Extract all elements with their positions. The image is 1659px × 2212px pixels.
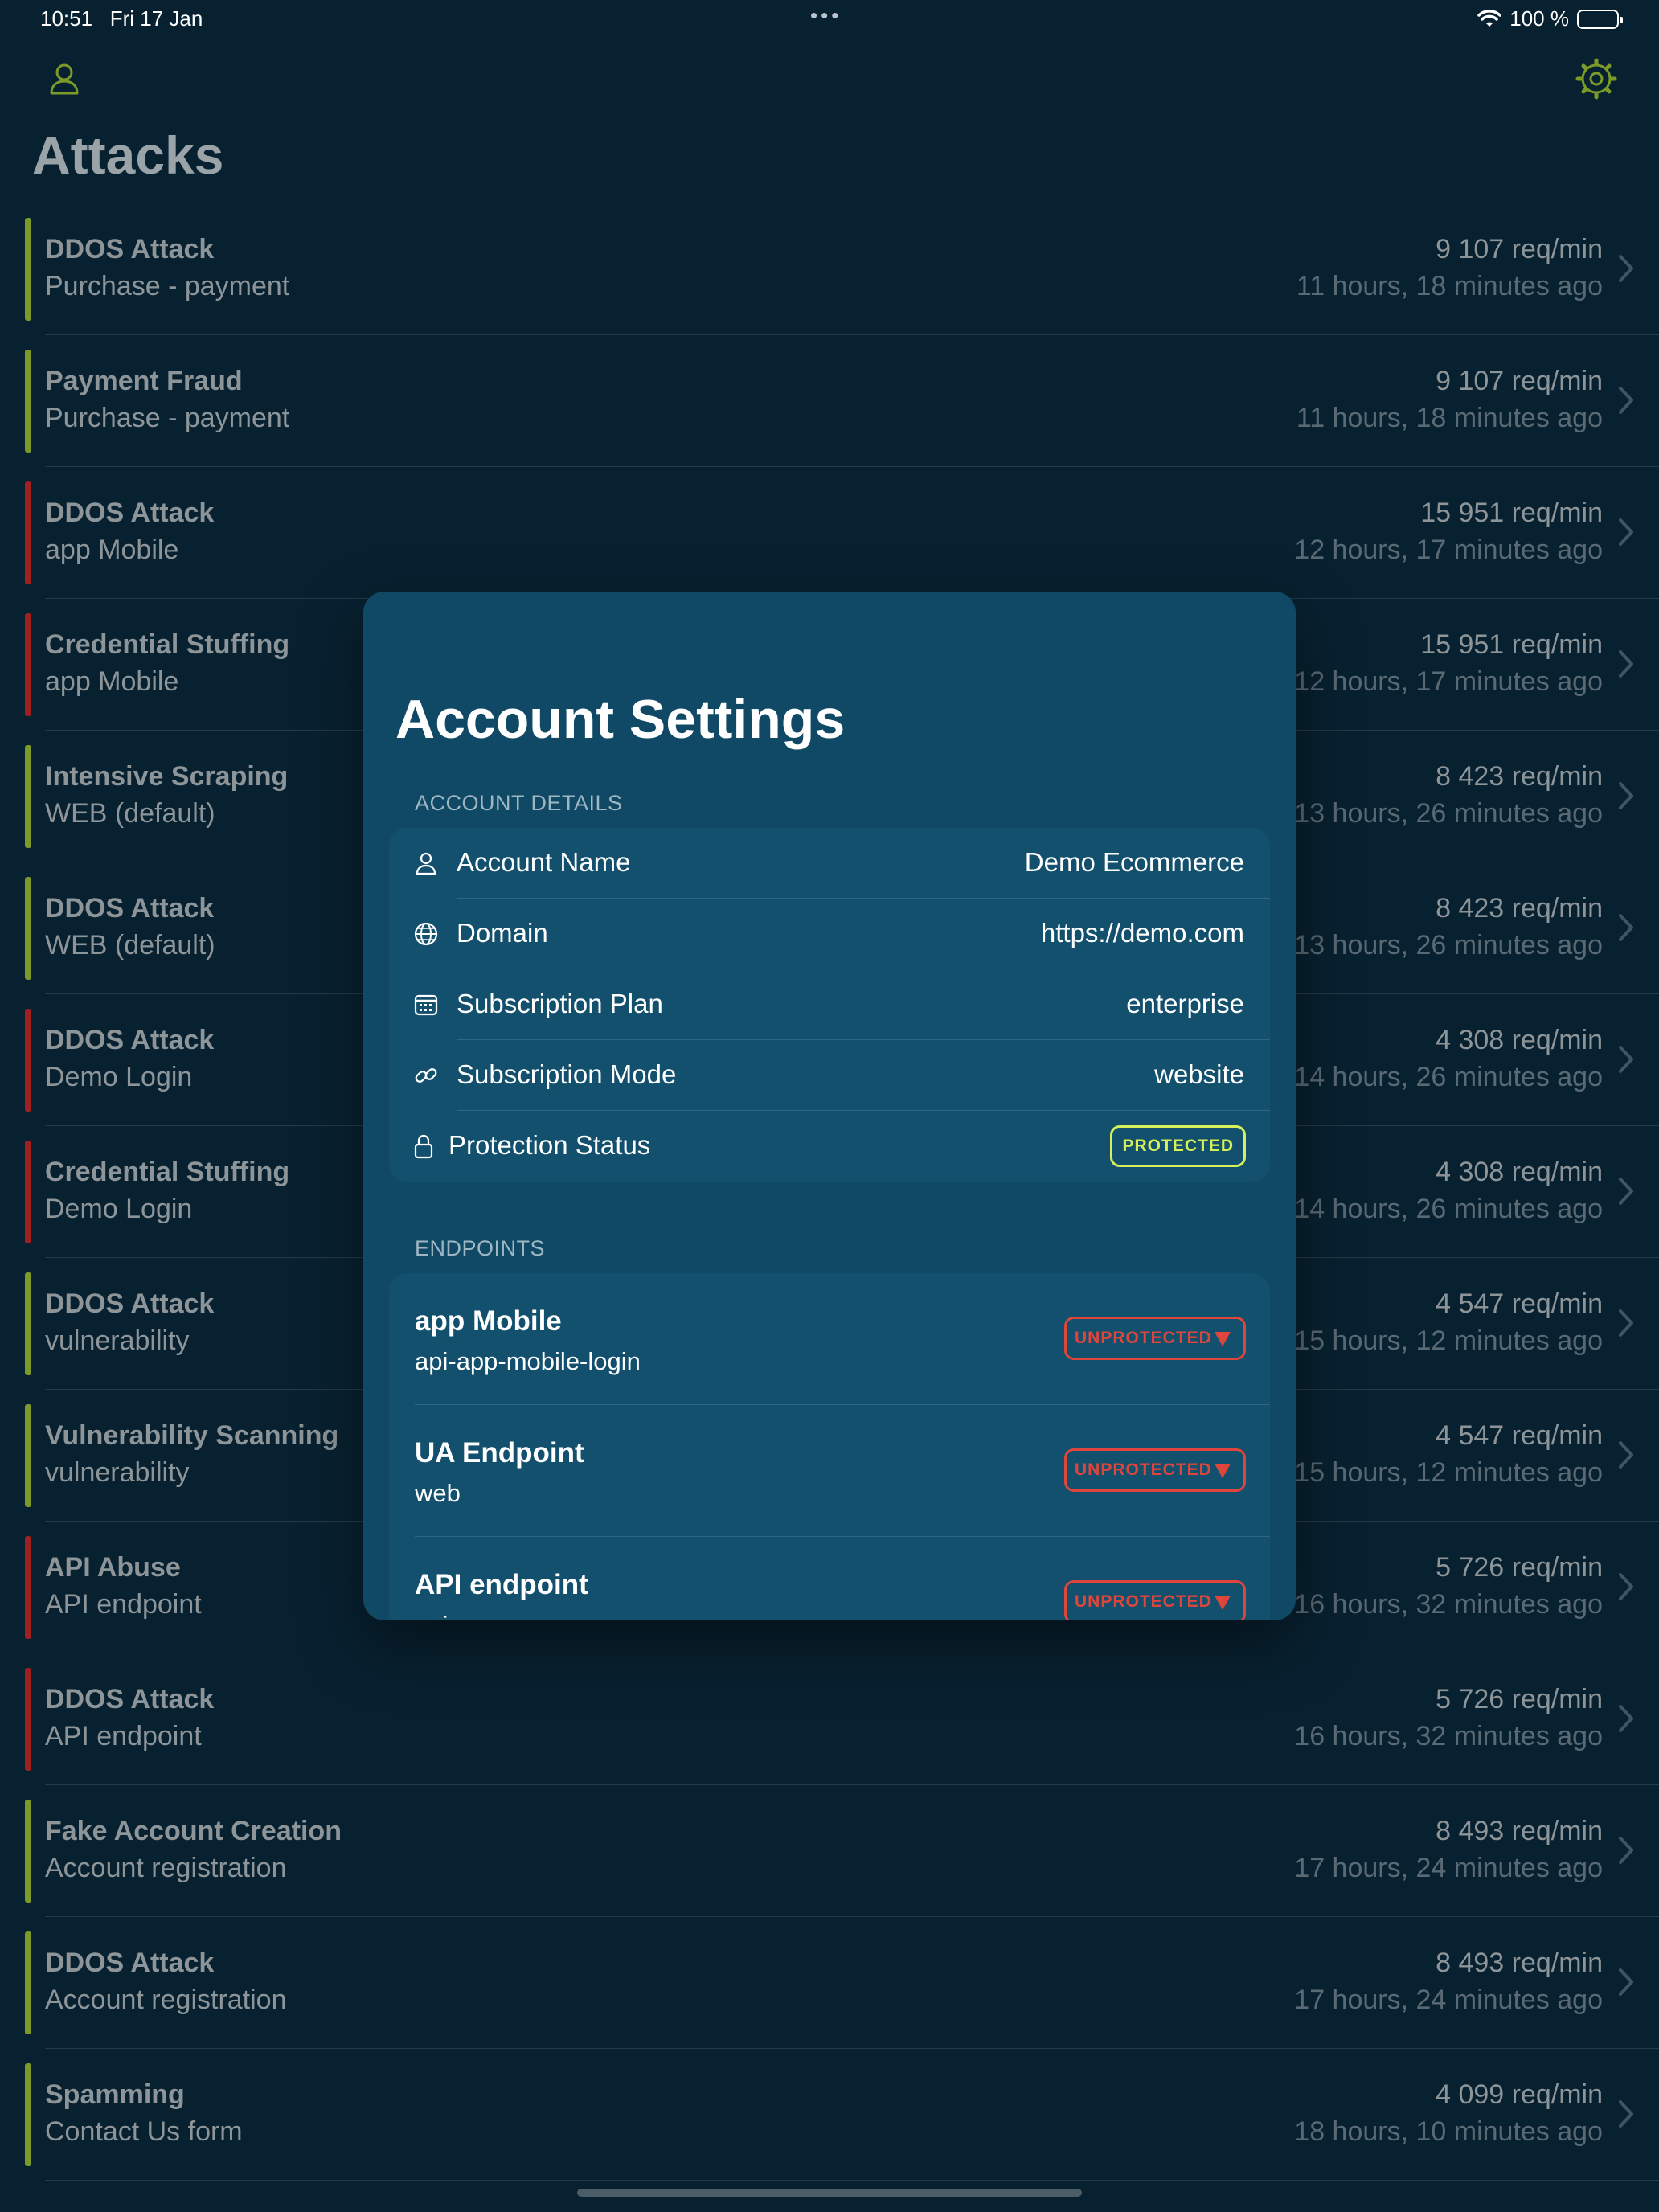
- home-indicator[interactable]: [577, 2189, 1082, 2197]
- endpoint-row[interactable]: app Mobile api-app-mobile-login UNPROTEC…: [389, 1273, 1270, 1405]
- detail-label: Protection Status: [449, 1130, 651, 1160]
- unprotected-label: UNPROTECTED: [1075, 1460, 1212, 1479]
- endpoint-name: app Mobile: [415, 1305, 562, 1337]
- detail-row-account-name: Account Name Demo Ecommerce: [389, 828, 1270, 899]
- detail-label: Subscription Mode: [457, 1059, 677, 1089]
- triangle-down-icon: [1215, 1464, 1231, 1478]
- detail-value: enterprise: [1126, 989, 1244, 1018]
- detail-row-subscription-mode: Subscription Mode website: [389, 1040, 1270, 1111]
- detail-row-domain: Domain https://demo.com: [389, 899, 1270, 969]
- account-settings-modal: Account Settings ACCOUNT DETAILS Account…: [363, 592, 1296, 1620]
- account-details-group: Account Name Demo Ecommerce Domain https…: [389, 828, 1270, 1182]
- triangle-down-icon: [1215, 1596, 1231, 1610]
- globe-icon: [414, 922, 438, 946]
- unprotected-label: UNPROTECTED: [1075, 1329, 1212, 1347]
- unprotected-dropdown[interactable]: UNPROTECTED: [1064, 1580, 1246, 1620]
- unprotected-dropdown[interactable]: UNPROTECTED: [1064, 1448, 1246, 1492]
- detail-value: Demo Ecommerce: [1024, 847, 1244, 877]
- endpoints-label: ENDPOINTS: [415, 1236, 546, 1260]
- calendar-icon: [414, 994, 438, 1016]
- modal-title: Account Settings: [395, 689, 846, 750]
- detail-label: Account Name: [457, 847, 631, 877]
- endpoint-name: API endpoint: [415, 1569, 588, 1600]
- person-icon: [416, 852, 436, 875]
- lock-icon: [414, 1134, 433, 1159]
- unprotected-label: UNPROTECTED: [1075, 1592, 1212, 1611]
- screen: 10:51 Fri 17 Jan ••• 100 % Attacks DDOS …: [0, 0, 1659, 2212]
- endpoint-row[interactable]: API endpoint api UNPROTECTED: [389, 1537, 1270, 1620]
- detail-row-protection-status: Protection Status PROTECTED: [389, 1111, 1270, 1182]
- detail-value: https://demo.com: [1040, 918, 1244, 948]
- link-icon: [415, 1068, 437, 1083]
- protected-badge: PROTECTED: [1110, 1125, 1246, 1167]
- detail-label: Domain: [457, 918, 548, 948]
- detail-value: website: [1154, 1059, 1244, 1089]
- endpoint-sub: web: [415, 1479, 461, 1507]
- endpoint-sub: api-app-mobile-login: [415, 1347, 641, 1375]
- endpoints-group: app Mobile api-app-mobile-login UNPROTEC…: [389, 1273, 1270, 1620]
- triangle-down-icon: [1215, 1332, 1231, 1346]
- detail-row-subscription-plan: Subscription Plan enterprise: [389, 969, 1270, 1040]
- detail-label: Subscription Plan: [457, 989, 663, 1018]
- endpoint-sub: api: [415, 1611, 448, 1620]
- endpoint-name: UA Endpoint: [415, 1437, 584, 1469]
- unprotected-dropdown[interactable]: UNPROTECTED: [1064, 1317, 1246, 1360]
- account-details-label: ACCOUNT DETAILS: [415, 791, 623, 815]
- endpoint-row[interactable]: UA Endpoint web UNPROTECTED: [389, 1405, 1270, 1537]
